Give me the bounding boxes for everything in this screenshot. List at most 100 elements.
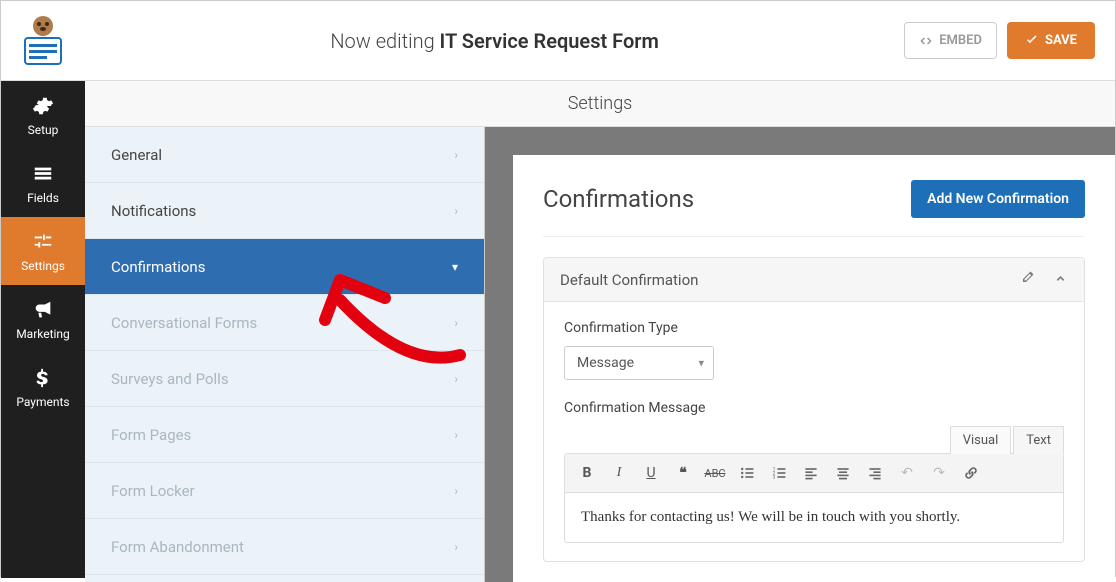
edit-button[interactable] xyxy=(1020,270,1035,289)
top-actions: EMBED SAVE xyxy=(904,22,1115,59)
card-header: Default Confirmation xyxy=(544,258,1084,302)
settings-list: General › Notifications › Confirmations … xyxy=(85,127,484,582)
code-icon xyxy=(919,34,933,48)
settings-item-form-locker[interactable]: Form Locker › xyxy=(85,463,484,519)
editing-prefix: Now editing xyxy=(330,29,434,53)
align-right-icon xyxy=(867,465,883,481)
embed-button[interactable]: EMBED xyxy=(904,22,997,59)
settings-item-general[interactable]: General › xyxy=(85,127,484,183)
ol-icon: 123 xyxy=(771,465,787,481)
panel-titlebar: Confirmations Add New Confirmation xyxy=(543,180,1085,237)
content-column: Confirmations Add New Confirmation Defau… xyxy=(485,127,1115,582)
align-left-button[interactable] xyxy=(797,460,825,486)
bold-button[interactable]: B xyxy=(573,460,601,486)
confirmation-type-select[interactable]: Message xyxy=(564,346,714,380)
body-columns: General › Notifications › Confirmations … xyxy=(85,127,1115,582)
chevron-right-icon: › xyxy=(454,316,458,330)
editor-tabs: Visual Text xyxy=(564,426,1064,454)
strike-button[interactable]: ABC xyxy=(701,460,729,486)
settings-item-label: Conversational Forms xyxy=(111,314,257,332)
save-button[interactable]: SAVE xyxy=(1007,22,1095,59)
leftnav-item-setup[interactable]: Setup xyxy=(1,81,85,149)
leftnav-item-label: Marketing xyxy=(16,327,70,341)
chevron-up-icon xyxy=(1053,270,1068,285)
link-button[interactable] xyxy=(957,460,985,486)
chevron-right-icon: › xyxy=(454,204,458,218)
settings-item-label: Form Pages xyxy=(111,426,191,444)
settings-header-row: Settings xyxy=(85,81,1115,127)
chevron-right-icon: › xyxy=(454,148,458,162)
ol-button[interactable]: 123 xyxy=(765,460,793,486)
collapse-button[interactable] xyxy=(1053,270,1068,289)
underline-button[interactable]: U xyxy=(637,460,665,486)
editor-tab-text[interactable]: Text xyxy=(1013,426,1064,454)
gear-icon xyxy=(32,95,54,117)
leftnav: Setup Fields Settings Marketing Payments xyxy=(1,81,85,578)
settings-item-label: Form Abandonment xyxy=(111,538,244,556)
svg-text:3: 3 xyxy=(773,475,776,481)
leftnav-item-settings[interactable]: Settings xyxy=(1,217,85,285)
leftnav-item-label: Setup xyxy=(28,123,59,137)
settings-item-form-abandonment[interactable]: Form Abandonment › xyxy=(85,519,484,575)
confirmations-panel: Confirmations Add New Confirmation Defau… xyxy=(513,155,1115,582)
workspace: Setup Fields Settings Marketing Payments… xyxy=(1,81,1115,578)
settings-item-notifications[interactable]: Notifications › xyxy=(85,183,484,239)
align-center-button[interactable] xyxy=(829,460,857,486)
settings-item-label: Surveys and Polls xyxy=(111,370,229,388)
form-name: IT Service Request Form xyxy=(440,29,659,53)
editing-title: Now editing IT Service Request Form xyxy=(85,29,904,53)
undo-button[interactable]: ↶ xyxy=(893,460,921,486)
wpforms-logo-icon xyxy=(13,14,73,68)
settings-item-form-pages[interactable]: Form Pages › xyxy=(85,407,484,463)
chevron-right-icon: › xyxy=(454,484,458,498)
editor-tab-visual[interactable]: Visual xyxy=(950,426,1012,454)
confirmation-card: Default Confirmation Con xyxy=(543,257,1085,562)
settings-item-conversational-forms[interactable]: Conversational Forms › xyxy=(85,295,484,351)
card-header-actions xyxy=(1020,270,1068,289)
editor-toolbar: B I U ❝ ABC 123 xyxy=(565,454,1063,493)
leftnav-item-label: Fields xyxy=(27,191,59,205)
panel-title: Confirmations xyxy=(543,185,694,213)
leftnav-item-fields[interactable]: Fields xyxy=(1,149,85,217)
chevron-right-icon: › xyxy=(454,372,458,386)
quote-button[interactable]: ❝ xyxy=(669,460,697,486)
settings-item-label: Confirmations xyxy=(111,258,205,276)
leftnav-item-label: Settings xyxy=(21,259,65,273)
editor: B I U ❝ ABC 123 xyxy=(564,453,1064,543)
align-right-button[interactable] xyxy=(861,460,889,486)
save-label: SAVE xyxy=(1045,33,1077,48)
redo-button[interactable]: ↷ xyxy=(925,460,953,486)
dollar-icon xyxy=(32,367,54,389)
ul-icon xyxy=(739,465,755,481)
settings-item-confirmations[interactable]: Confirmations ▾ xyxy=(85,239,484,295)
add-confirmation-button[interactable]: Add New Confirmation xyxy=(911,180,1085,218)
settings-item-label: General xyxy=(111,146,162,164)
embed-label: EMBED xyxy=(939,33,982,48)
leftnav-item-payments[interactable]: Payments xyxy=(1,353,85,421)
link-icon xyxy=(963,465,979,481)
italic-button[interactable]: I xyxy=(605,460,633,486)
settings-item-surveys-polls[interactable]: Surveys and Polls › xyxy=(85,351,484,407)
card-title: Default Confirmation xyxy=(560,271,698,289)
confirmation-type-label: Confirmation Type xyxy=(564,320,1064,336)
right-area: Settings General › Notifications › Confi xyxy=(85,81,1115,578)
editor-content[interactable]: Thanks for contacting us! We will be in … xyxy=(565,493,1063,542)
align-left-icon xyxy=(803,465,819,481)
sliders-icon xyxy=(32,231,54,253)
pencil-icon xyxy=(1020,270,1035,285)
card-body: Confirmation Type Message Confirmation M… xyxy=(544,302,1084,561)
app-logo xyxy=(1,1,85,81)
check-icon xyxy=(1025,34,1039,48)
settings-title: Settings xyxy=(85,81,1115,127)
leftnav-item-marketing[interactable]: Marketing xyxy=(1,285,85,353)
settings-item-label: Form Locker xyxy=(111,482,195,500)
ul-button[interactable] xyxy=(733,460,761,486)
confirmation-type-select-wrap: Message xyxy=(564,346,714,380)
topbar: Now editing IT Service Request Form EMBE… xyxy=(1,1,1115,81)
leftnav-item-label: Payments xyxy=(16,395,69,409)
chevron-down-icon: ▾ xyxy=(452,260,458,274)
bullhorn-icon xyxy=(32,299,54,321)
chevron-right-icon: › xyxy=(454,428,458,442)
list-icon xyxy=(32,163,54,185)
settings-item-label: Notifications xyxy=(111,202,196,220)
